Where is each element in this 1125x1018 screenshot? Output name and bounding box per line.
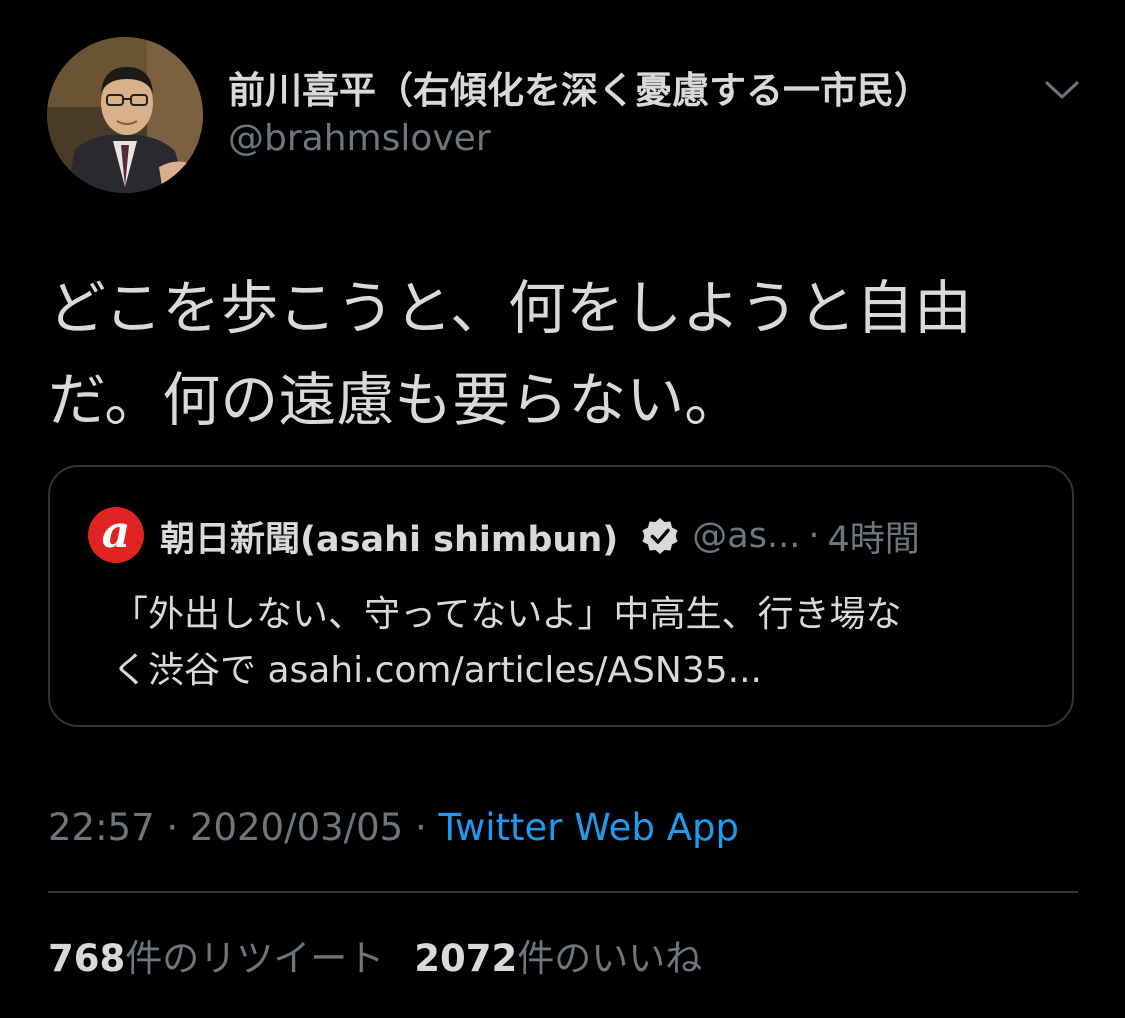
asahi-logo-icon: a — [88, 507, 144, 563]
quoted-tweet-text: 「外出しない、守ってないよ」中高生、行き場な く渋谷で asahi.com/ar… — [112, 587, 1062, 699]
tweet-stats: 768件のリツイート 2072件のいいね — [48, 928, 702, 982]
likes-stat[interactable]: 2072件のいいね — [414, 937, 702, 980]
quoted-author-name: 朝日新聞(asahi shimbun) — [160, 519, 619, 560]
quoted-text-line: く渋谷で asahi.com/articles/ASN35... — [112, 650, 762, 691]
quoted-separator: · — [808, 516, 820, 556]
tweet-time[interactable]: 22:57 — [48, 806, 155, 849]
meta-separator: · — [414, 806, 427, 849]
quoted-text-line: 「外出しない、守ってないよ」中高生、行き場な — [112, 594, 902, 635]
tweet-source-link[interactable]: Twitter Web App — [439, 806, 739, 849]
retweet-label: 件のリツイート — [125, 937, 385, 980]
author-handle[interactable]: @brahmslover — [228, 118, 491, 159]
quoted-tweet-header: 朝日新聞(asahi shimbun) @as... · 4時間 — [160, 511, 920, 561]
quoted-author-handle: @as... — [692, 516, 801, 556]
tweet-text-line: どこを歩こうと、何をしようと自由 — [48, 274, 972, 342]
like-label: 件のいいね — [517, 937, 703, 980]
tweet-meta: 22:57 · 2020/03/05 · Twitter Web App — [48, 806, 739, 849]
asahi-logo-letter: a — [101, 507, 131, 558]
quoted-timestamp: 4時間 — [827, 519, 920, 560]
like-count: 2072 — [414, 937, 518, 980]
author-avatar[interactable] — [47, 37, 203, 193]
retweet-count: 768 — [48, 937, 126, 980]
divider — [48, 891, 1078, 893]
tweet-text: どこを歩こうと、何をしようと自由 だ。何の遠慮も要らない。 — [48, 262, 1058, 446]
quoted-tweet-card[interactable]: a 朝日新聞(asahi shimbun) @as... · 4時間 「外出しな… — [48, 465, 1074, 727]
tweet-text-line: だ。何の遠慮も要らない。 — [48, 366, 743, 434]
author-display-name[interactable]: 前川喜平（右傾化を深く憂慮する一市民） — [228, 60, 931, 114]
chevron-down-icon — [1045, 81, 1079, 99]
tweet-date[interactable]: 2020/03/05 — [190, 806, 403, 849]
verified-badge-icon — [640, 516, 680, 556]
avatar-photo — [47, 37, 203, 193]
tweet-detail: 前川喜平（右傾化を深く憂慮する一市民） @brahmslover どこを歩こうと… — [0, 0, 1125, 1018]
retweets-stat[interactable]: 768件のリツイート — [48, 937, 384, 980]
tweet-menu-button[interactable] — [1040, 72, 1084, 108]
meta-separator: · — [166, 806, 179, 849]
